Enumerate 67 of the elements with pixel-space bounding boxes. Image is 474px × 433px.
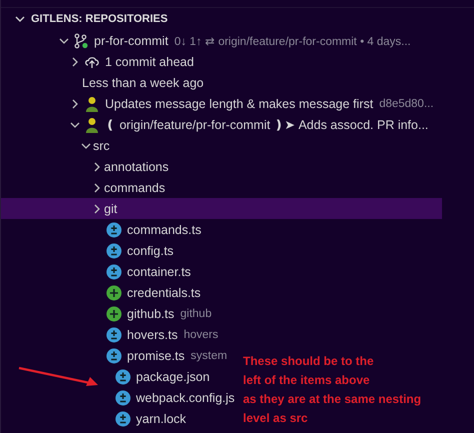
tree-item[interactable]: commands	[1, 177, 166, 198]
tree-item[interactable]: pr-for-commit 0↓ 1↑ ⇄ origin/feature/pr-for-commit • 4 days...	[1, 30, 411, 51]
item-label: ❪ origin/feature/pr-for-commit ❫➤ Adds assocd. PR info...	[105, 117, 428, 132]
modified-file-icon	[115, 410, 131, 426]
item-label: annotations	[104, 160, 169, 174]
chevron-icon[interactable]	[15, 14, 25, 24]
modified-file-icon	[106, 222, 122, 238]
item-label: commands	[104, 180, 166, 194]
tree-item[interactable]: package.json	[1, 366, 210, 387]
chevron-icon[interactable]	[92, 204, 102, 214]
tree-item[interactable]: 1 commit ahead	[1, 51, 194, 72]
modified-file-icon	[115, 368, 131, 384]
item-label: git	[104, 202, 118, 216]
tree-item[interactable]: hovers.ts hovers	[1, 324, 218, 345]
panel-title: GITLENS: REPOSITORIES	[31, 13, 168, 25]
tree-item[interactable]: webpack.config.js	[1, 387, 235, 408]
chevron-icon[interactable]	[92, 182, 102, 192]
added-file-icon	[106, 284, 122, 300]
modified-file-icon	[106, 348, 122, 364]
item-label: config.ts	[127, 244, 174, 258]
item-label: credentials.ts	[127, 286, 201, 300]
tree-item[interactable]: src	[1, 135, 110, 156]
tree-item[interactable]: yarn.lock	[1, 408, 186, 429]
tree-item[interactable]: credentials.ts	[1, 282, 201, 303]
tree-item[interactable]: config.ts	[1, 240, 174, 261]
chevron-icon[interactable]	[92, 162, 102, 172]
item-description: system	[190, 350, 228, 362]
tree-item[interactable]: Less than a week ago	[1, 72, 204, 93]
item-label: yarn.lock	[136, 412, 186, 426]
tree-item[interactable]: annotations	[1, 156, 169, 177]
item-label: container.ts	[127, 264, 191, 278]
tree-item[interactable]: ❪ origin/feature/pr-for-commit ❫➤ Adds assocd. PR info...	[1, 114, 428, 135]
annotation-note: These should be to the left of the items above as they are at the same nesting level as src	[243, 353, 422, 427]
tree-item[interactable]: promise.ts system	[1, 345, 228, 366]
added-file-icon	[106, 306, 122, 322]
avatar-icon	[84, 116, 100, 132]
item-label: commands.ts	[127, 222, 202, 236]
item-label: src	[93, 138, 110, 152]
modified-file-icon	[106, 242, 122, 258]
item-label: promise.ts	[127, 348, 185, 362]
tree-item[interactable]: github.ts github	[1, 303, 212, 324]
chevron-icon[interactable]	[59, 36, 69, 46]
item-description: 0↓ 1↑ ⇄ origin/feature/pr-for-commit • 4 days...	[174, 34, 411, 48]
branch-icon	[73, 32, 89, 48]
modified-file-icon	[106, 264, 122, 280]
modified-file-icon	[106, 326, 122, 342]
item-label: package.json	[136, 370, 210, 384]
modified-file-icon	[115, 390, 131, 406]
tree-item[interactable]: container.ts	[1, 261, 191, 282]
tree-item[interactable]: commands.ts	[1, 219, 202, 240]
avatar-icon	[84, 96, 100, 112]
tree-item[interactable]: git	[1, 198, 442, 219]
tree-item[interactable]: Updates message length & makes message first d8e5d80...	[1, 93, 434, 114]
chevron-icon[interactable]	[70, 56, 80, 66]
item-label: webpack.config.js	[136, 390, 235, 404]
item-label: 1 commit ahead	[105, 54, 194, 68]
item-label: Updates message length & makes message first	[105, 96, 374, 110]
item-label: pr-for-commit	[94, 34, 168, 48]
item-label: hovers.ts	[127, 328, 178, 342]
chevron-icon[interactable]	[70, 120, 80, 130]
item-description: d8e5d80...	[379, 98, 434, 110]
item-label: Less than a week ago	[82, 76, 204, 90]
chevron-icon[interactable]	[70, 98, 80, 108]
chevron-icon[interactable]	[81, 140, 91, 150]
item-description: github	[180, 308, 212, 320]
item-label: github.ts	[127, 306, 174, 320]
item-description: hovers	[184, 328, 218, 340]
